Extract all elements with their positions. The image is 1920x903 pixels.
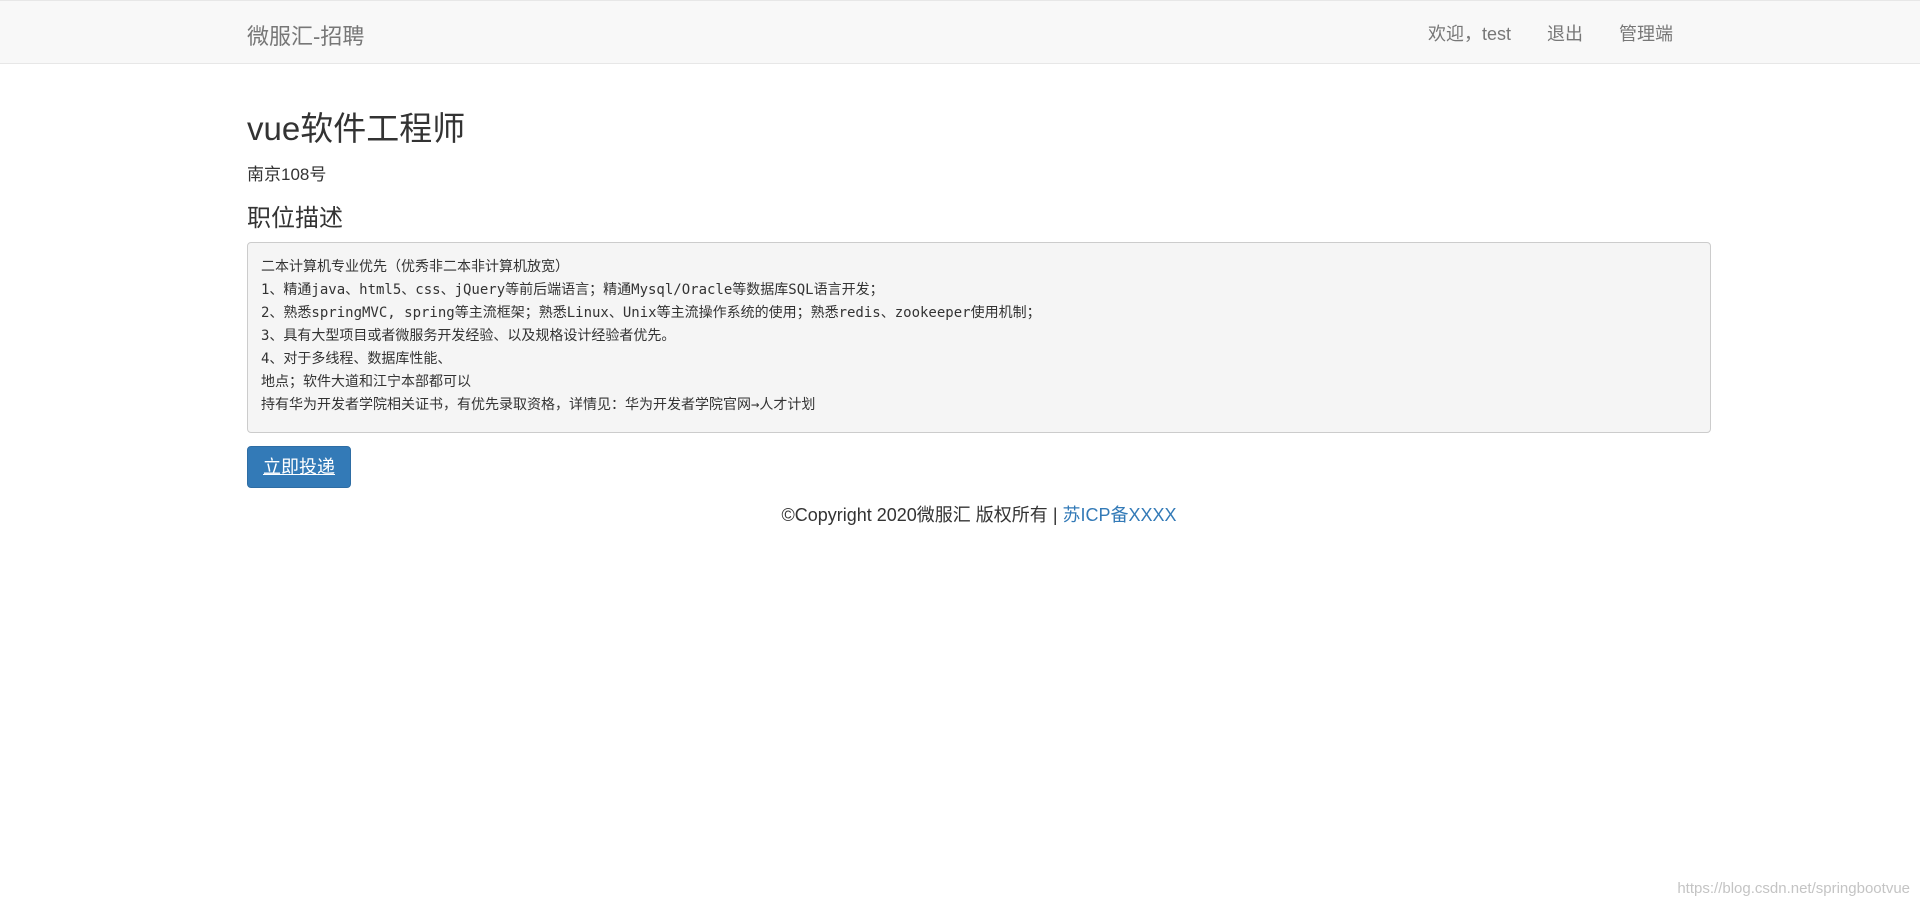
footer-copyright: ©Copyright 2020微服汇 版权所有 | [781, 504, 1063, 525]
description-line: 1、精通java、html5、css、jQuery等前后端语言；精通Mysql/… [261, 281, 884, 298]
description-line: 3、具有大型项目或者微服务开发经验、以及规格设计经验者优先。 [261, 327, 676, 344]
job-location: 南京108号 [247, 164, 327, 184]
job-title: vue软件工程师 [247, 110, 466, 147]
page-footer: ©Copyright 2020微服汇 版权所有 | 苏ICP备XXXX [247, 501, 1711, 527]
job-detail-container: vue软件工程师 南京108号 职位描述 二本计算机专业优先（优秀非二本非计算机… [247, 64, 1711, 527]
csdn-watermark: https://blog.csdn.net/springbootvue [1677, 880, 1910, 897]
description-line: 持有华为开发者学院相关证书，有优先录取资格，详情见：华为开发者学院官网→人才计划 [261, 396, 816, 413]
description-line: 4、对于多线程、数据库性能、 [261, 350, 452, 367]
top-navbar: 微服汇-招聘 欢迎，test 退出 管理端 [0, 0, 1920, 64]
description-line: 二本计算机专业优先（优秀非二本非计算机放宽） [261, 258, 569, 275]
description-line: 2、熟悉springMVC, spring等主流框架；熟悉Linux、Unix等… [261, 304, 1041, 321]
job-description-box: 二本计算机专业优先（优秀非二本非计算机放宽） 1、精通java、html5、cs… [247, 241, 1711, 433]
navbar-right-menu: 欢迎，test 退出 管理端 [1428, 1, 1673, 64]
nav-admin-link[interactable]: 管理端 [1619, 20, 1673, 46]
nav-welcome-user[interactable]: 欢迎，test [1428, 20, 1511, 46]
description-heading: 职位描述 [247, 204, 343, 232]
brand-link[interactable]: 微服汇-招聘 [247, 19, 364, 51]
nav-logout-link[interactable]: 退出 [1547, 20, 1583, 46]
apply-now-button[interactable]: 立即投递 [247, 445, 351, 488]
footer-icp-link[interactable]: 苏ICP备XXXX [1063, 505, 1177, 525]
description-line: 地点；软件大道和江宁本部都可以 [261, 373, 471, 390]
